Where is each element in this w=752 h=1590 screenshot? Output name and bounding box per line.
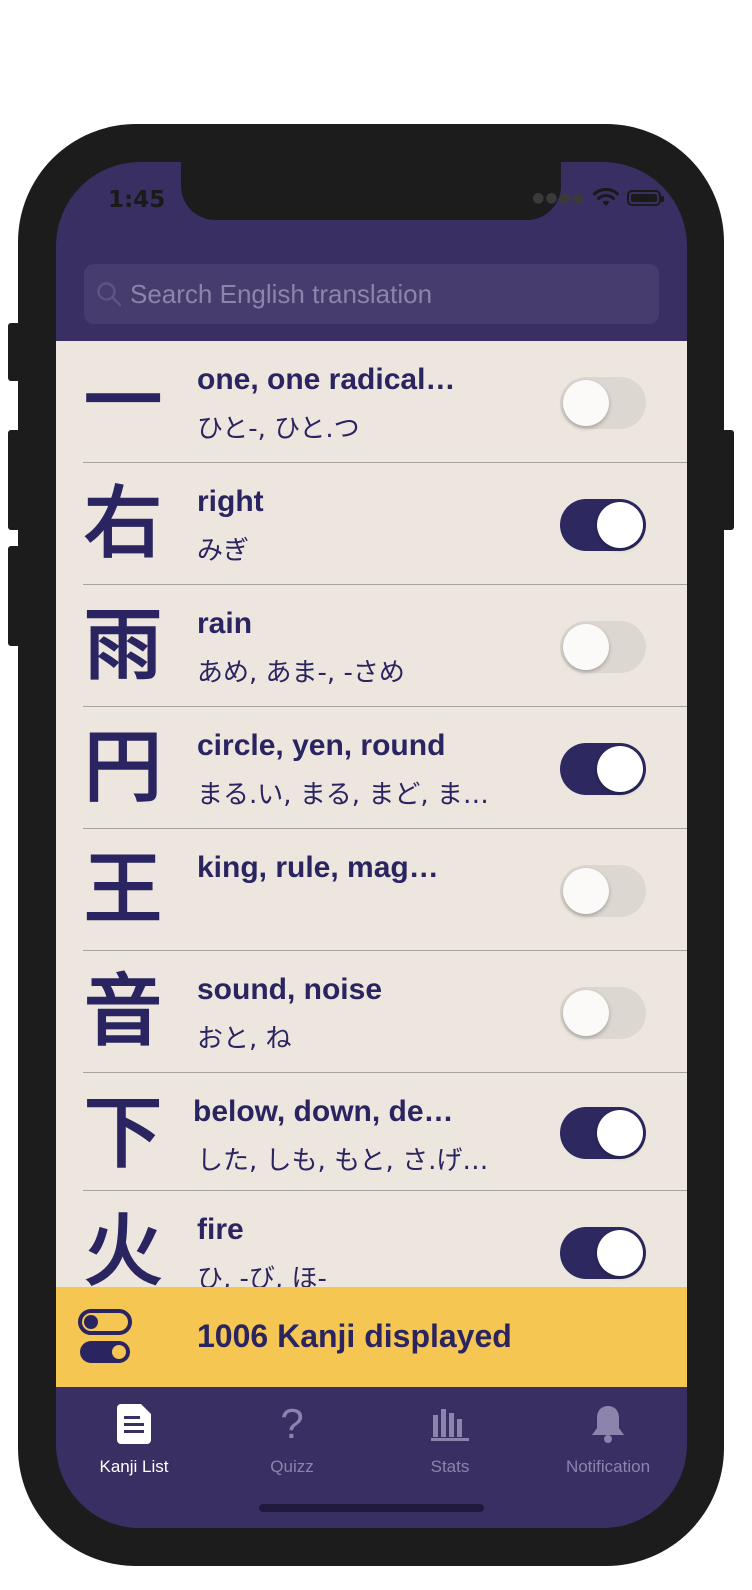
kanji-reading: おと, ね bbox=[197, 1024, 292, 1054]
tab-kanji-list[interactable]: Kanji List bbox=[56, 1401, 212, 1477]
battery-icon bbox=[627, 190, 664, 206]
kanji-meaning: circle, yen, round bbox=[197, 729, 446, 762]
document-icon bbox=[56, 1401, 212, 1447]
tab-quizz[interactable]: ? Quizz bbox=[214, 1401, 370, 1477]
kanji-reading: ひ, -び, ほ- bbox=[197, 1264, 327, 1287]
bar-chart-icon bbox=[372, 1401, 528, 1447]
toggle-knob bbox=[563, 624, 609, 670]
tab-label: Kanji List bbox=[99, 1457, 169, 1476]
kanji-row[interactable]: 音 sound, noise おと, ね bbox=[56, 951, 687, 1073]
kanji-toggle[interactable] bbox=[560, 621, 646, 673]
kanji-meaning: sound, noise bbox=[197, 973, 383, 1006]
tab-stats[interactable]: Stats bbox=[372, 1401, 528, 1477]
toggle-knob bbox=[597, 1110, 643, 1156]
toggle-knob bbox=[563, 380, 609, 426]
kanji-row[interactable]: 一 one, one radical… ひと-, ひと.つ bbox=[56, 341, 687, 463]
kanji-reading: した, しも, もと, さ.げ… bbox=[197, 1146, 489, 1176]
kanji-character: 右 bbox=[84, 479, 163, 569]
search-input[interactable] bbox=[130, 278, 659, 310]
kanji-row[interactable]: 雨 rain あめ, あま-, -さめ bbox=[56, 585, 687, 707]
status-time: 1:45 bbox=[108, 187, 166, 213]
toggle-knob bbox=[597, 746, 643, 792]
kanji-toggle[interactable] bbox=[560, 1227, 646, 1279]
tab-label: Notification bbox=[565, 1457, 651, 1476]
toggle-knob bbox=[563, 868, 609, 914]
kanji-row[interactable]: 右 right みぎ bbox=[56, 463, 687, 585]
kanji-toggle[interactable] bbox=[560, 987, 646, 1039]
kanji-character: 円 bbox=[84, 723, 163, 813]
kanji-meaning: one, one radical… bbox=[197, 363, 456, 396]
kanji-character: 雨 bbox=[84, 601, 163, 691]
kanji-meaning: rain bbox=[197, 607, 253, 640]
toggle-knob bbox=[597, 502, 643, 548]
search-icon bbox=[96, 281, 130, 307]
question-icon: ? bbox=[280, 1400, 304, 1447]
notch bbox=[181, 162, 561, 220]
kanji-row[interactable]: 王 king, rule, mag… bbox=[56, 829, 687, 951]
kanji-row[interactable]: 円 circle, yen, round まる.い, まる, まど, ま… bbox=[56, 707, 687, 829]
tab-notification[interactable]: Notification bbox=[530, 1401, 686, 1477]
tab-label: Quizz bbox=[270, 1457, 314, 1476]
kanji-list[interactable]: 一 one, one radical… ひと-, ひと.つ 右 right みぎ… bbox=[56, 341, 687, 1287]
search-bar[interactable] bbox=[84, 264, 659, 324]
kanji-character: 音 bbox=[84, 967, 163, 1057]
kanji-toggle[interactable] bbox=[560, 377, 646, 429]
tab-bar: Kanji List ? Quizz Stats Notification bbox=[56, 1387, 687, 1528]
kanji-count-banner: 1006 Kanji displayed bbox=[56, 1287, 687, 1387]
wifi-icon bbox=[593, 188, 619, 206]
kanji-meaning: king, rule, mag… bbox=[197, 851, 439, 884]
toggle-knob bbox=[563, 990, 609, 1036]
app-screen: 1:45 ●●●● 一 one, one radical… ひと-, ひと.つ … bbox=[56, 162, 687, 1528]
toggle-knob bbox=[597, 1230, 643, 1276]
kanji-character: 王 bbox=[84, 845, 163, 935]
kanji-reading: みぎ bbox=[197, 536, 250, 566]
tab-label: Stats bbox=[430, 1457, 470, 1476]
kanji-toggle[interactable] bbox=[560, 743, 646, 795]
kanji-toggle[interactable] bbox=[560, 499, 646, 551]
kanji-character: 下 bbox=[84, 1089, 163, 1179]
toggles-icon bbox=[78, 1309, 132, 1363]
kanji-row[interactable]: 火 fire ひ, -び, ほ- bbox=[56, 1191, 687, 1287]
kanji-character: 火 bbox=[84, 1207, 163, 1287]
kanji-reading: ひと-, ひと.つ bbox=[197, 414, 360, 444]
kanji-toggle[interactable] bbox=[560, 1107, 646, 1159]
kanji-count-text: 1006 Kanji displayed bbox=[197, 1318, 512, 1354]
kanji-meaning: right bbox=[197, 485, 264, 518]
signal-icon: ●●●● bbox=[532, 190, 585, 206]
kanji-character: 一 bbox=[84, 357, 163, 447]
kanji-reading: まる.い, まる, まど, ま… bbox=[197, 780, 489, 810]
home-indicator[interactable] bbox=[259, 1504, 484, 1512]
kanji-toggle[interactable] bbox=[560, 865, 646, 917]
status-indicators: ●●●● bbox=[532, 188, 664, 208]
kanji-reading: あめ, あま-, -さめ bbox=[197, 658, 405, 688]
kanji-meaning: below, down, de… bbox=[193, 1095, 454, 1128]
kanji-row[interactable]: 下 below, down, de… した, しも, もと, さ.げ… bbox=[56, 1073, 687, 1191]
kanji-meaning: fire bbox=[197, 1213, 244, 1246]
bell-icon bbox=[530, 1401, 686, 1447]
